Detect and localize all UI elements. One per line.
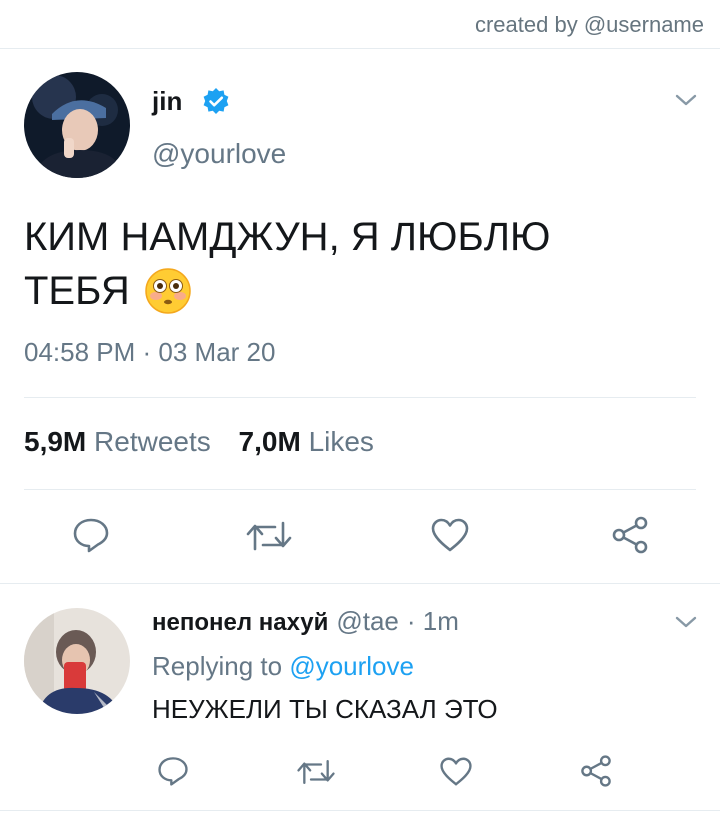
author-handle[interactable]: @yourlove	[152, 138, 286, 170]
reply-like-icon[interactable]	[439, 756, 473, 787]
likes-stat[interactable]: 7,0M Likes	[239, 426, 374, 457]
author-name[interactable]: jin	[152, 86, 182, 117]
replying-to: Replying to @yourlove	[152, 651, 414, 682]
tweet-text: КИМ НАМДЖУН, Я ЛЮБЛЮ ТЕБЯ	[24, 210, 684, 318]
reply-author-name[interactable]: непонел нахуй	[152, 609, 328, 637]
likes-count: 7,0M	[238, 426, 301, 457]
stats-divider	[24, 489, 696, 490]
reply-author-avatar[interactable]	[24, 608, 130, 714]
tweet-timestamp[interactable]: 04:58 PM · 03 Mar 20	[24, 337, 275, 368]
replying-to-prefix: Replying to	[152, 651, 283, 681]
bottom-divider	[0, 810, 720, 811]
chevron-down-icon[interactable]	[674, 92, 698, 108]
tweet-text-line2: ТЕБЯ	[24, 269, 130, 313]
reply-retweet-icon[interactable]	[296, 757, 336, 787]
likes-label: Likes	[308, 426, 374, 457]
header-divider	[0, 48, 720, 49]
flushed-face-emoji-icon	[144, 267, 192, 315]
tweet-stats: 5,9M Retweets 7,0M Likes	[24, 426, 374, 458]
reply-text: НЕУЖЕЛИ ТЫ СКАЗАЛ ЭТО	[152, 694, 498, 724]
like-icon[interactable]	[430, 517, 470, 553]
reply-share-icon[interactable]	[579, 754, 613, 788]
share-icon[interactable]	[610, 515, 650, 555]
reply-icon[interactable]	[72, 516, 110, 554]
author-avatar[interactable]	[24, 72, 130, 178]
retweets-count: 5,9M	[24, 426, 87, 457]
reply-reply-icon[interactable]	[157, 755, 189, 787]
reply-time: · 1m	[406, 606, 459, 636]
retweets-stat[interactable]: 5,9M Retweets	[24, 426, 219, 457]
retweet-icon[interactable]	[246, 518, 292, 554]
verified-badge-icon	[201, 87, 231, 117]
meta-divider	[24, 397, 696, 398]
creator-credit: created by @username	[474, 12, 704, 37]
replying-to-handle-link[interactable]: @yourlove	[289, 651, 414, 681]
tweet-text-line1: КИМ НАМДЖУН, Я ЛЮБЛЮ	[24, 215, 551, 259]
reply-chevron-down-icon[interactable]	[674, 614, 698, 630]
reply-author-handle[interactable]: @tae	[336, 606, 399, 637]
retweets-label: Retweets	[94, 426, 211, 457]
reply-header: непонел нахуй @tae · 1m	[152, 606, 459, 637]
tweet-divider	[0, 583, 720, 584]
